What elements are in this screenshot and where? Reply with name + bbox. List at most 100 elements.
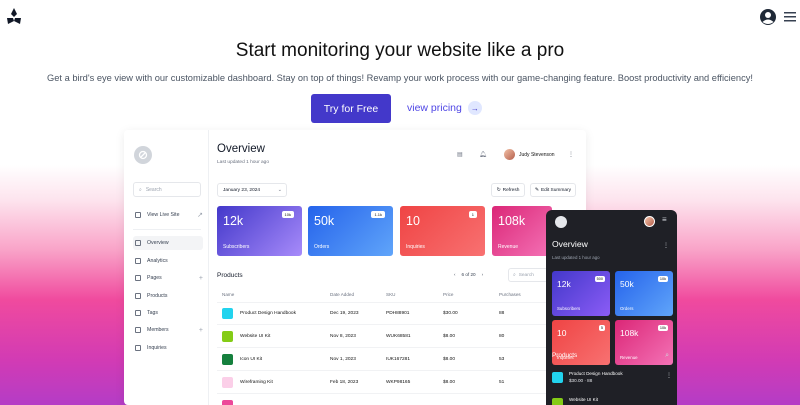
column-header[interactable]: Date Added — [330, 292, 354, 297]
kpi-label: Revenue — [620, 355, 638, 360]
table-cell-price: $8.00 — [443, 357, 456, 362]
products-search-input[interactable]: ⌕ Search — [508, 268, 548, 282]
row-divider — [217, 370, 586, 371]
pages-icon — [135, 275, 141, 281]
plus-icon[interactable]: + — [199, 275, 203, 282]
chevron-right-icon[interactable]: › — [482, 272, 484, 277]
avatar — [504, 149, 515, 160]
sidebar-item-products[interactable]: Products — [133, 289, 203, 303]
more-vertical-icon[interactable]: ⋮ — [666, 372, 672, 379]
sidebar-item-label: Overview — [147, 240, 169, 246]
product-thumbnail — [222, 354, 233, 365]
table-cell-name[interactable]: Icon UI Kit — [240, 357, 262, 362]
sidebar-item-pages[interactable]: Pages + — [133, 271, 203, 285]
product-thumbnail — [222, 377, 233, 388]
table-cell-name[interactable]: Product Design Handbook — [240, 311, 296, 316]
product-thumbnail — [222, 308, 233, 319]
table-cell-sku: PDH88901 — [386, 311, 410, 316]
top-bar — [0, 0, 800, 36]
mail-icon — [135, 345, 141, 351]
kpi-value: 10 — [406, 214, 420, 228]
search-icon[interactable]: ⌕ — [665, 352, 669, 360]
plus-icon[interactable]: + — [199, 327, 203, 334]
kpi-card-inquiries[interactable]: 10 1 Inquiries — [400, 206, 485, 256]
view-pricing-label: view pricing — [407, 102, 462, 114]
date-picker[interactable]: January 23, 2024 ⌄ — [217, 183, 287, 197]
kpi-card-subscribers[interactable]: 12k 10k Subscribers — [217, 206, 302, 256]
pager-text: 6 of 20 — [461, 272, 476, 277]
box-icon — [135, 293, 141, 299]
sidebar-search-placeholder: Search — [145, 186, 162, 193]
hamburger-menu-icon[interactable] — [784, 11, 796, 23]
table-cell-sku: IUK167281 — [386, 357, 411, 362]
product-thumbnail — [222, 331, 233, 342]
kpi-value: 12k — [557, 279, 571, 289]
try-for-free-button[interactable]: Try for Free — [311, 94, 391, 123]
last-updated-text: Last updated 1 hour ago — [217, 160, 270, 165]
user-menu[interactable]: Judy Stevenson — [504, 149, 555, 160]
kpi-card-revenue[interactable]: 108k Revenue — [492, 206, 552, 256]
sidebar-item-analytics[interactable]: Analytics — [133, 254, 203, 268]
row-divider — [217, 302, 586, 303]
sidebar-item-members[interactable]: Members + — [133, 323, 203, 337]
user-account-icon[interactable] — [760, 9, 776, 25]
table-cell-name[interactable]: Wireframing Kit — [240, 380, 273, 385]
table-cell-price: $8.00 — [443, 334, 456, 339]
refresh-button[interactable]: ↻ Refresh — [491, 183, 525, 197]
sidebar-item-overview[interactable]: Overview — [133, 236, 203, 250]
mobile-dashboard-preview: ≡ Overview ⋮ Last updated 1 hour ago 12k… — [546, 210, 677, 405]
list-item[interactable]: Website UI Kit — [552, 396, 672, 405]
column-header[interactable]: Purchases — [499, 292, 521, 297]
kpi-label: Revenue — [498, 244, 519, 250]
column-header[interactable]: SKU — [386, 292, 395, 297]
sidebar-item-label: Products — [147, 293, 168, 299]
refresh-icon: ↻ — [496, 187, 501, 193]
view-pricing-link[interactable]: view pricing → — [407, 101, 482, 115]
external-link-icon: ↗ — [197, 212, 203, 219]
column-header[interactable]: Name — [222, 292, 234, 297]
view-live-site-label: View Live Site — [147, 212, 180, 218]
column-header[interactable]: Price — [443, 292, 453, 297]
avatar[interactable] — [644, 216, 655, 227]
view-live-site-link[interactable]: View Live Site ↗ — [133, 208, 203, 222]
chevron-left-icon[interactable]: ‹ — [454, 272, 456, 277]
browser-icon — [135, 212, 141, 218]
kpi-badge: 10k — [657, 276, 668, 282]
mobile-kpi-card-orders[interactable]: 50k 10k Orders — [615, 271, 673, 316]
edit-summary-button[interactable]: ✎ Edit Summary — [530, 183, 576, 197]
table-cell-purchases: 53 — [499, 357, 505, 362]
mobile-last-updated-text: Last updated 1 hour ago — [552, 255, 600, 260]
more-vertical-icon[interactable]: ⋮ — [568, 151, 574, 158]
sidebar-item-tags[interactable]: Tags — [133, 306, 203, 320]
kpi-badge: 1 — [468, 211, 477, 218]
kpi-badge: 5 — [598, 325, 605, 331]
hamburger-menu-icon[interactable]: ≡ — [662, 215, 667, 224]
search-icon: ⌕ — [513, 273, 516, 278]
products-search-placeholder: Search — [518, 272, 534, 278]
sidebar-item-inquiries[interactable]: Inquiries — [133, 341, 203, 355]
desktop-dashboard-preview: ⌕ Search View Live Site ↗ Overview Analy… — [124, 130, 586, 405]
kpi-card-orders[interactable]: 50k 1.1k Orders — [308, 206, 393, 256]
products-title: Products — [217, 272, 243, 279]
logo-icon[interactable] — [4, 7, 24, 27]
sidebar-search-input[interactable]: ⌕ Search — [133, 182, 201, 197]
mobile-kpi-card-subscribers[interactable]: 12k 500 Subscribers — [552, 271, 610, 316]
inbox-icon[interactable]: ▤ — [457, 151, 463, 158]
bell-icon[interactable]: 🔔︎ — [479, 151, 487, 158]
kpi-badge: 1.1k — [371, 211, 385, 218]
search-icon: ⌕ — [139, 186, 142, 193]
sidebar-item-label: Tags — [147, 310, 158, 316]
kpi-label: Orders — [314, 244, 330, 250]
dashboard-logo-icon — [555, 216, 567, 228]
table-cell-name[interactable]: Website UI Kit — [240, 334, 270, 339]
more-vertical-icon[interactable]: ⋮ — [663, 242, 669, 249]
kpi-label: Subscribers — [223, 244, 250, 250]
kpi-value: 50k — [620, 279, 634, 289]
row-divider — [217, 347, 586, 348]
row-divider — [217, 324, 586, 325]
date-value: January 23, 2024 — [223, 187, 261, 193]
edit-icon: ✎ — [534, 187, 539, 193]
product-thumbnail — [222, 400, 233, 405]
list-item-name: Product Design Handbook — [569, 371, 623, 376]
list-item[interactable]: Product Design Handbook $30.00 · 88 ⋮ — [552, 370, 672, 390]
